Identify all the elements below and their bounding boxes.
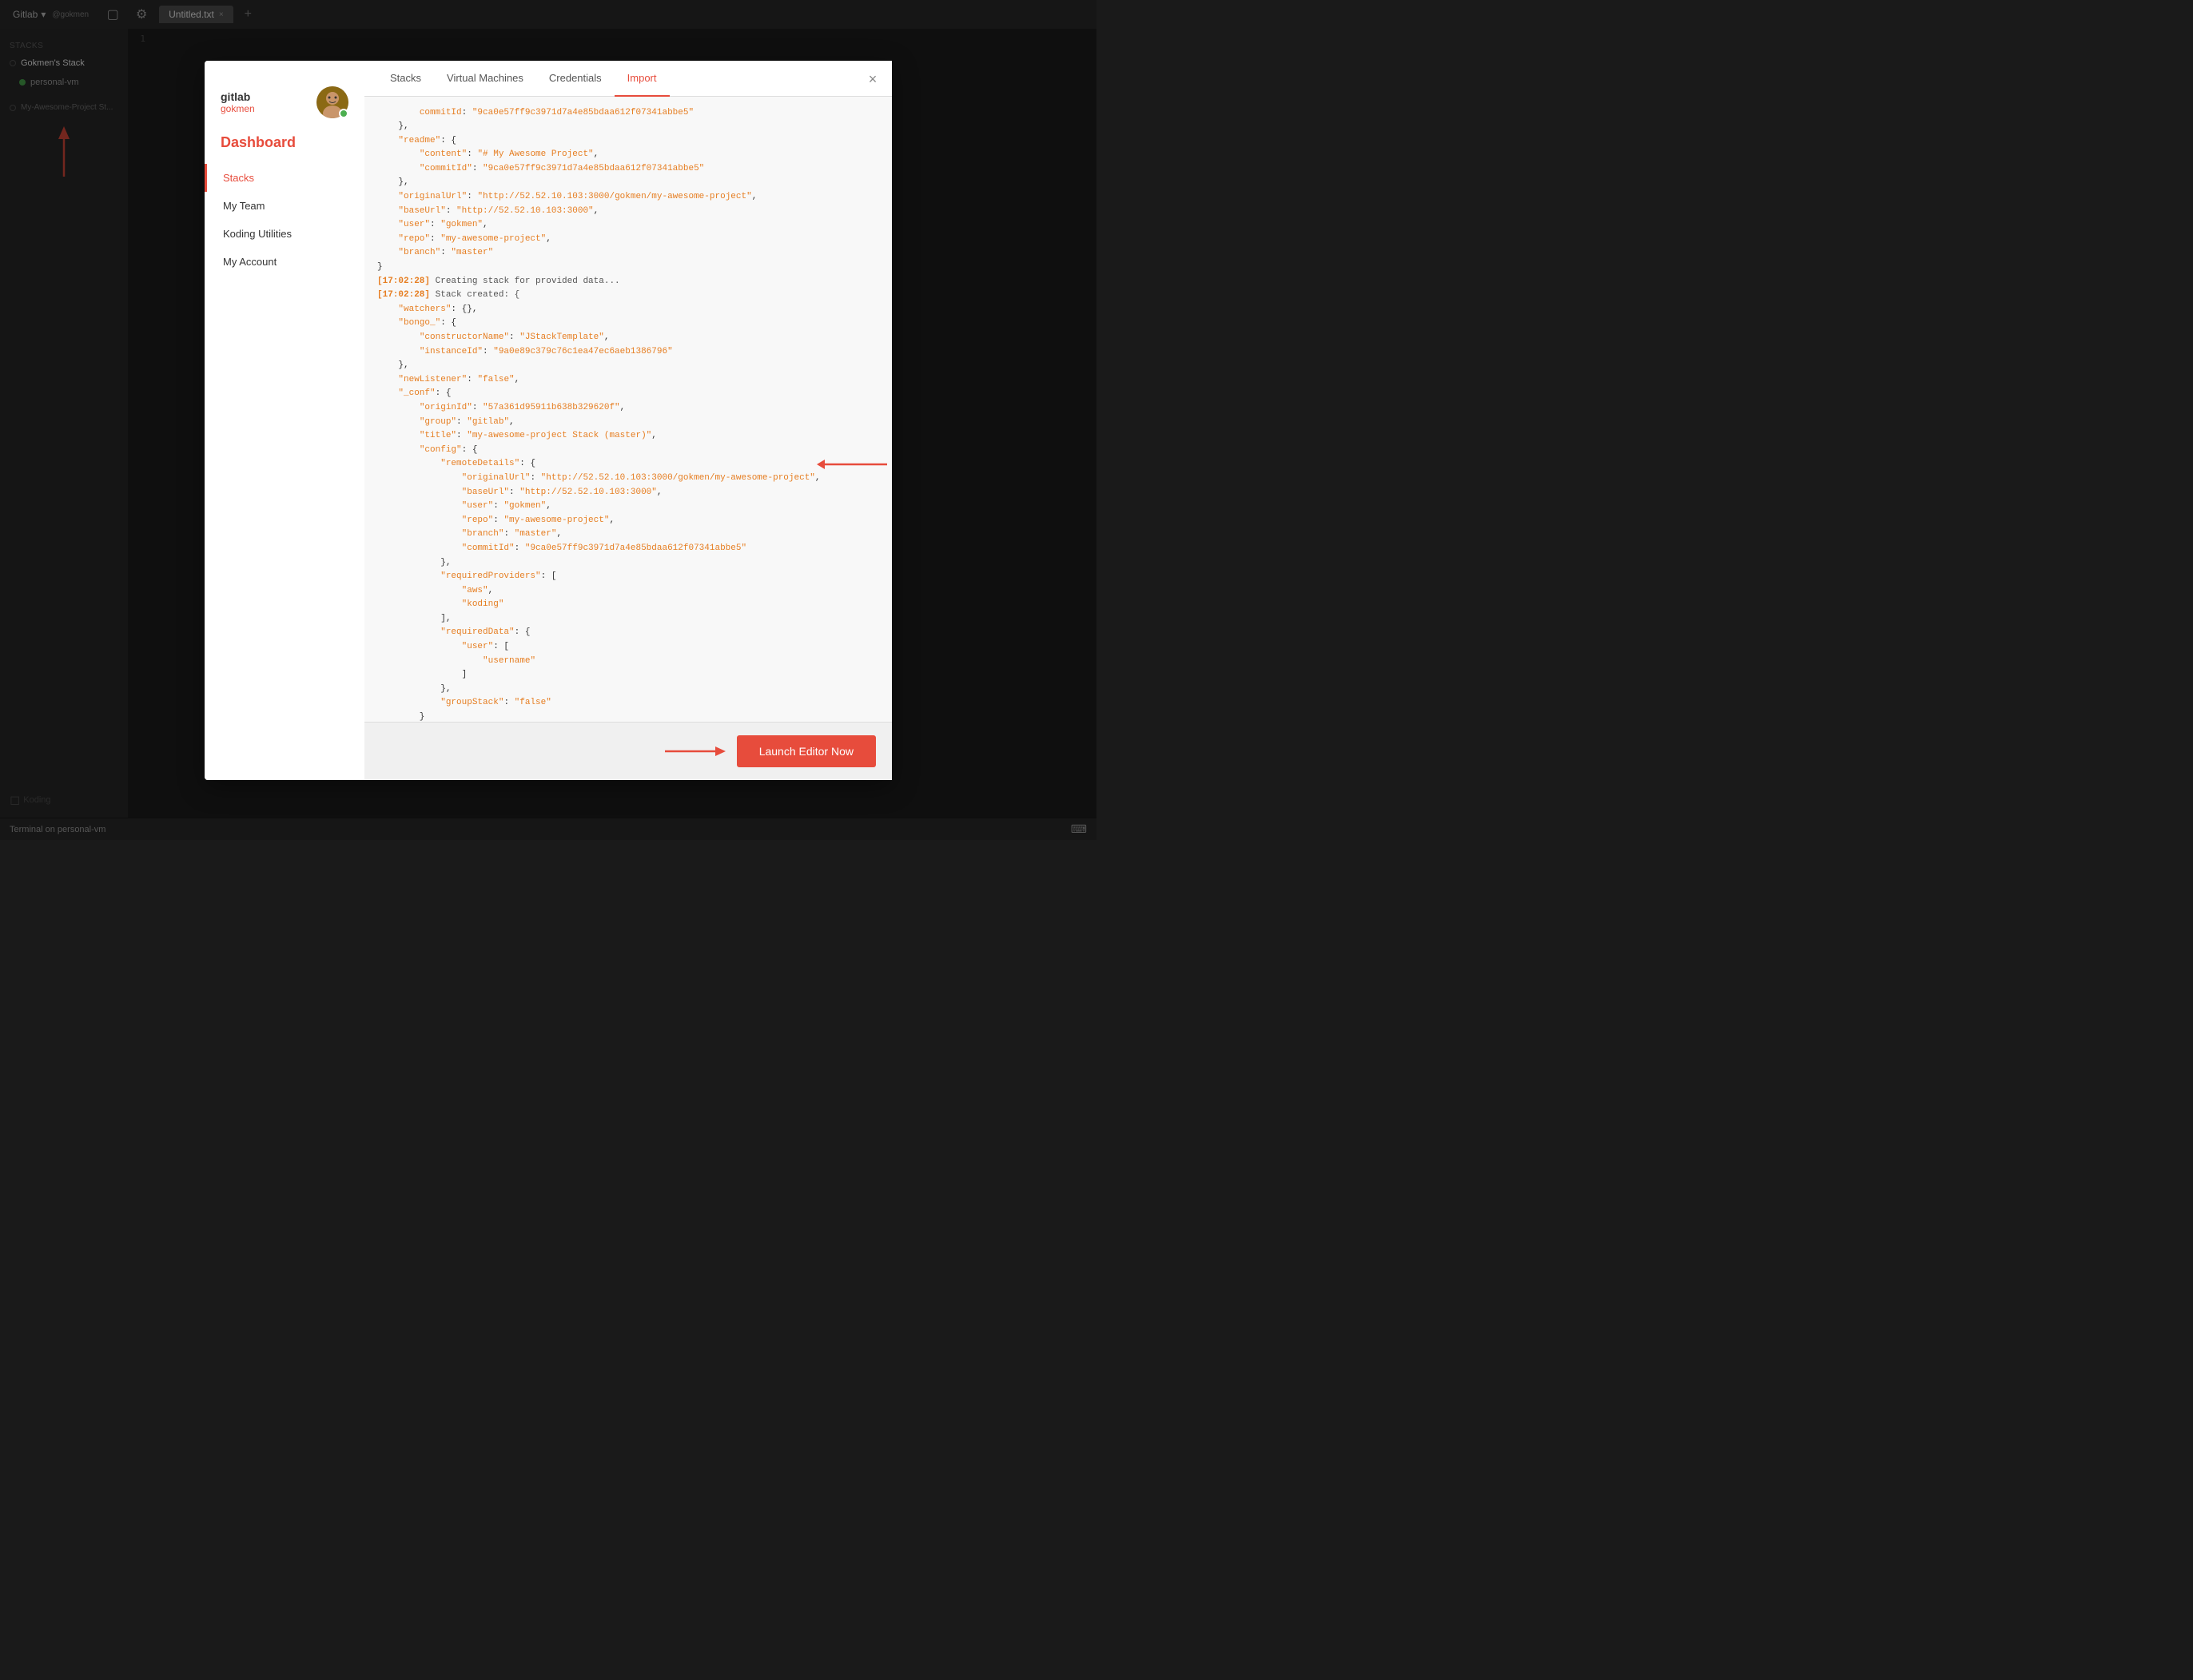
modal-footer: Launch Editor Now xyxy=(364,722,892,780)
modal-nav-stacks[interactable]: Stacks xyxy=(205,164,364,192)
log-line-3: "readme": { xyxy=(377,134,879,149)
modal-user-section: gitlab gokmen xyxy=(205,77,364,134)
modal-nav-my-team-label: My Team xyxy=(223,200,265,212)
log-line-20: "newListener": "false", xyxy=(377,373,879,388)
log-line-1: commitId: "9ca0e57ff9c3971d7a4e85bdaa612… xyxy=(377,106,879,121)
modal-user-info: gitlab gokmen xyxy=(221,90,308,114)
log-line-37: ], xyxy=(377,612,879,627)
modal-right-panel: Stacks Virtual Machines Credentials Impo… xyxy=(364,61,892,780)
modal-tab-stacks-label: Stacks xyxy=(390,72,421,84)
log-line-9: "user": "gokmen", xyxy=(377,218,879,233)
avatar-online-badge xyxy=(339,109,348,118)
modal-overlay[interactable]: × gitlab gokmen xyxy=(0,0,1096,840)
log-line-31: "branch": "master", xyxy=(377,527,879,542)
modal-tab-stacks[interactable]: Stacks xyxy=(377,61,434,97)
modal-nav-my-team[interactable]: My Team xyxy=(205,192,364,220)
log-line-32: "commitId": "9ca0e57ff9c3971d7a4e85bdaa6… xyxy=(377,542,879,556)
log-line-25: "config": { xyxy=(377,444,879,458)
log-line-11: "branch": "master" xyxy=(377,246,879,261)
modal-nav-stacks-label: Stacks xyxy=(223,172,254,184)
log-line-17: "constructorName": "JStackTemplate", xyxy=(377,331,879,345)
log-line-33: }, xyxy=(377,556,879,571)
log-line-13: [17:02:28] Creating stack for provided d… xyxy=(377,275,879,289)
log-line-44: } xyxy=(377,711,879,721)
arrow-right-area: "newListener": "false", "_conf": { "orig… xyxy=(377,373,879,556)
modal-content-area: commitId: "9ca0e57ff9c3971d7a4e85bdaa612… xyxy=(364,97,892,722)
log-line-26: "remoteDetails": { xyxy=(377,457,879,472)
modal-nav-title: Dashboard xyxy=(205,134,364,164)
log-line-35: "aws", xyxy=(377,584,879,599)
log-line-28: "baseUrl": "http://52.52.10.103:3000", xyxy=(377,486,879,500)
log-line-7: "originalUrl": "http://52.52.10.103:3000… xyxy=(377,190,879,205)
modal-platform-label: gitlab xyxy=(221,90,308,103)
log-line-19: }, xyxy=(377,359,879,373)
log-line-40: "username" xyxy=(377,655,879,669)
log-line-15: "watchers": {}, xyxy=(377,303,879,317)
log-line-21: "_conf": { xyxy=(377,387,879,401)
avatar-container xyxy=(316,86,348,118)
modal-tabs: Stacks Virtual Machines Credentials Impo… xyxy=(364,61,892,97)
modal-close-button[interactable]: × xyxy=(863,70,882,90)
log-line-27: "originalUrl": "http://52.52.10.103:3000… xyxy=(377,472,879,486)
modal-nav-my-account[interactable]: My Account xyxy=(205,248,364,276)
log-line-8: "baseUrl": "http://52.52.10.103:3000", xyxy=(377,205,879,219)
modal-nav-koding-utilities[interactable]: Koding Utilities xyxy=(205,220,364,248)
log-line-5: "commitId": "9ca0e57ff9c3971d7a4e85bdaa6… xyxy=(377,162,879,177)
log-line-12: } xyxy=(377,261,879,275)
log-line-22: "originId": "57a361d95911b638b329620f", xyxy=(377,401,879,416)
log-line-16: "bongo_": { xyxy=(377,316,879,331)
log-line-29: "user": "gokmen", xyxy=(377,500,879,514)
modal-tab-credentials[interactable]: Credentials xyxy=(536,61,615,97)
modal-tab-import[interactable]: Import xyxy=(615,61,670,97)
modal-nav-my-account-label: My Account xyxy=(223,256,277,268)
modal-tab-vms-label: Virtual Machines xyxy=(447,72,523,84)
log-line-18: "instanceId": "9a0e89c379c76c1ea47ec6aeb… xyxy=(377,345,879,360)
modal-tab-credentials-label: Credentials xyxy=(549,72,602,84)
log-line-10: "repo": "my-awesome-project", xyxy=(377,233,879,247)
log-line-38: "requiredData": { xyxy=(377,626,879,640)
log-line-6: }, xyxy=(377,176,879,190)
modal-user-handle: gokmen xyxy=(221,103,308,114)
arrow-launch-icon xyxy=(663,742,727,761)
modal-nav-koding-utilities-label: Koding Utilities xyxy=(223,228,292,240)
log-line-23: "group": "gitlab", xyxy=(377,416,879,430)
modal-left-panel: gitlab gokmen xyxy=(205,61,364,780)
log-line-14: [17:02:28] Stack created: { xyxy=(377,289,879,303)
log-line-43: "groupStack": "false" xyxy=(377,696,879,711)
log-line-4: "content": "# My Awesome Project", xyxy=(377,148,879,162)
log-display: commitId: "9ca0e57ff9c3971d7a4e85bdaa612… xyxy=(364,97,892,722)
log-line-24: "title": "my-awesome-project Stack (mast… xyxy=(377,429,879,444)
modal-tab-import-label: Import xyxy=(627,72,657,84)
log-line-36: "koding" xyxy=(377,598,879,612)
log-line-41: ] xyxy=(377,668,879,683)
launch-editor-button[interactable]: Launch Editor Now xyxy=(737,735,876,767)
log-line-2: }, xyxy=(377,120,879,134)
modal-dialog: × gitlab gokmen xyxy=(205,61,892,780)
log-line-39: "user": [ xyxy=(377,640,879,655)
log-line-42: }, xyxy=(377,683,879,697)
log-line-34: "requiredProviders": [ xyxy=(377,570,879,584)
log-line-30: "repo": "my-awesome-project", xyxy=(377,514,879,528)
modal-tab-vms[interactable]: Virtual Machines xyxy=(434,61,536,97)
